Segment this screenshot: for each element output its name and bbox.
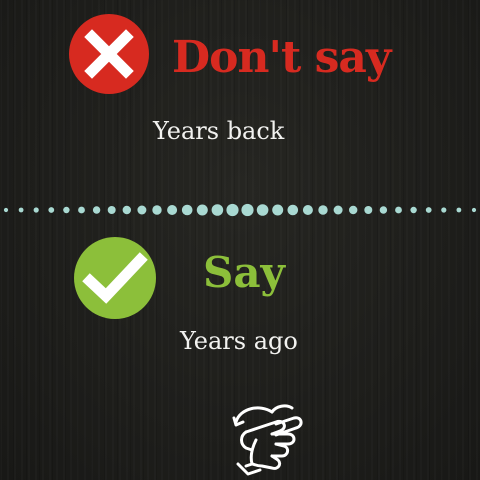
divider-dot: [471, 207, 477, 213]
divider-dot: [122, 205, 131, 215]
divider-dot: [107, 206, 116, 214]
divider-dot: [211, 204, 224, 216]
divider-dot: [18, 207, 24, 213]
divider-dot: [395, 206, 402, 214]
divider-dot: [78, 206, 85, 214]
divider-dot: [241, 203, 254, 217]
divider-dot: [425, 207, 432, 213]
check-mark-icon: [74, 237, 156, 319]
wrong-phrase: Years back: [153, 117, 285, 145]
dotted-divider: [3, 203, 477, 217]
divider-dot: [33, 207, 39, 213]
right-phrase: Years ago: [180, 327, 298, 355]
say-heading: Say: [203, 248, 285, 297]
divider-dot: [196, 204, 208, 216]
divider-dot: [349, 205, 358, 215]
divider-dot: [3, 207, 9, 213]
divider-dot: [441, 207, 447, 213]
divider-dot: [256, 204, 269, 216]
x-mark-icon: [69, 14, 149, 94]
divider-dot: [137, 205, 147, 215]
divider-dot: [379, 206, 388, 214]
divider-dot: [272, 204, 284, 216]
divider-dot: [167, 205, 178, 215]
swipe-hand-icon: [232, 404, 303, 476]
divider-dot: [364, 206, 373, 214]
divider-dot: [456, 207, 462, 213]
divider-dot: [92, 206, 101, 214]
divider-dot: [333, 205, 343, 215]
divider-dot: [48, 207, 55, 213]
divider-dot: [181, 204, 193, 216]
divider-dot: [63, 206, 70, 214]
divider-dot: [410, 206, 417, 214]
divider-dot: [152, 205, 162, 215]
dont-say-heading: Don't say: [172, 32, 391, 83]
divider-dot: [302, 205, 313, 215]
divider-dot: [318, 205, 328, 215]
divider-dot: [226, 203, 239, 217]
divider-dot: [287, 204, 299, 216]
